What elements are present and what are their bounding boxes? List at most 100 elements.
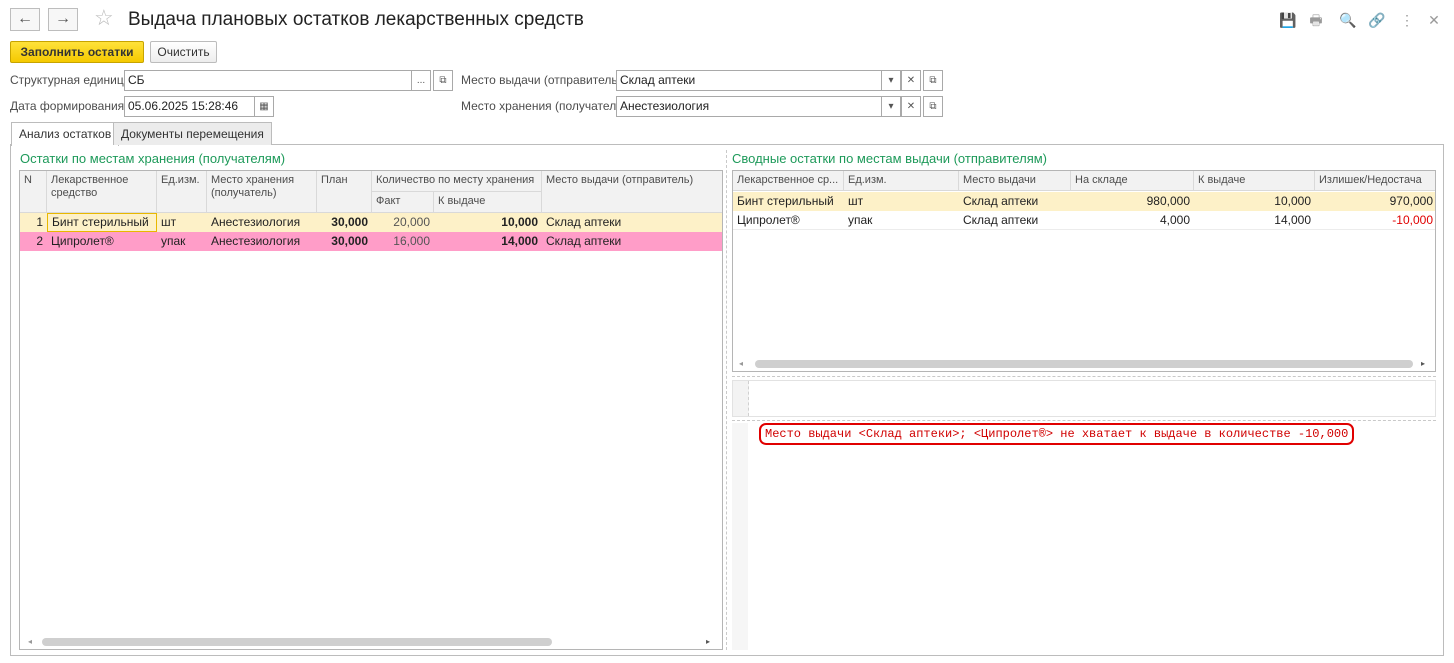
col-to-issue-header[interactable]: К выдаче <box>434 192 542 213</box>
scroll-left-icon[interactable]: ◂ <box>739 359 743 368</box>
ellipsis-icon: ... <box>416 75 426 86</box>
open-icon: ⧉ <box>439 75 447 86</box>
unit-input[interactable]: СБ <box>124 70 412 91</box>
cell-diff: 970,000 <box>1389 194 1433 208</box>
panel-gutter <box>733 381 749 416</box>
unit-select-button[interactable]: ... <box>411 70 431 91</box>
back-arrow-icon: ← <box>17 10 33 27</box>
print-icon[interactable]: 🖶 <box>1308 12 1324 28</box>
cell-to-issue: 10,000 <box>501 215 538 229</box>
unit-label: Структурная единица: <box>10 73 134 87</box>
cell-drug[interactable]: Бинт стерильный <box>47 213 157 232</box>
cell-to-issue: 14,000 <box>501 234 538 248</box>
issue-place-clear-button[interactable]: ✕ <box>901 70 921 91</box>
open-icon: ⧉ <box>929 75 937 86</box>
storage-place-label: Место хранения (получатель): <box>461 99 630 113</box>
col-drug-header[interactable]: Лекарственное средство <box>47 171 157 213</box>
col-drug-header[interactable]: Лекарственное ср... <box>733 171 844 191</box>
vertical-splitter[interactable] <box>726 150 727 650</box>
storage-place-dropdown-button[interactable]: ▾ <box>881 96 901 117</box>
cell-unit: упак <box>848 213 873 227</box>
col-in-stock-header[interactable]: На складе <box>1071 171 1194 191</box>
col-n-header[interactable]: N <box>20 171 47 213</box>
col-to-issue-header[interactable]: К выдаче <box>1194 171 1315 191</box>
cell-plan: 30,000 <box>331 234 368 248</box>
unit-open-button[interactable]: ⧉ <box>433 70 453 91</box>
cell-n: 2 <box>36 234 43 248</box>
cell-in-stock: 4,000 <box>1159 213 1190 227</box>
col-plan-header[interactable]: План <box>317 171 372 213</box>
scroll-right-icon[interactable]: ▸ <box>706 637 710 646</box>
tab-transfer-documents[interactable]: Документы перемещения <box>113 122 272 145</box>
issue-place-label: Место выдачи (отправитель): <box>461 73 625 87</box>
cell-issue-place: Склад аптеки <box>546 234 622 248</box>
clear-icon: ✕ <box>906 101 916 112</box>
cell-in-stock: 980,000 <box>1146 194 1190 208</box>
scroll-left-icon[interactable]: ◂ <box>28 637 32 646</box>
favorite-star-icon[interactable]: ☆ <box>94 6 114 30</box>
cell-drug: Бинт стерильный <box>737 194 834 208</box>
storage-place-open-button[interactable]: ⧉ <box>923 96 943 117</box>
issue-place-open-button[interactable]: ⧉ <box>923 70 943 91</box>
col-diff-header[interactable]: Излишек/Недостача <box>1315 171 1435 191</box>
col-issue-place-header[interactable]: Место выдачи (отправитель) <box>542 171 722 213</box>
col-issue-place-header[interactable]: Место выдачи <box>959 171 1071 191</box>
cell-unit: шт <box>848 194 864 208</box>
table-row[interactable]: 2 Ципролет® упак Анестезиология 30,000 1… <box>20 232 722 251</box>
calendar-button[interactable]: ▦ <box>254 96 274 117</box>
forward-button[interactable]: → <box>48 8 78 31</box>
cell-issue-place: Склад аптеки <box>963 213 1039 227</box>
panel-gutter <box>732 423 748 650</box>
preview-icon[interactable]: 🔍 <box>1339 12 1356 28</box>
cell-fact: 16,000 <box>393 234 430 248</box>
cell-issue-place: Склад аптеки <box>546 215 622 229</box>
page-title: Выдача плановых остатков лекарственных с… <box>128 9 584 30</box>
col-storage-header[interactable]: Место хранения (получатель) <box>207 171 317 213</box>
save-icon[interactable]: 💾 <box>1279 12 1296 28</box>
horizontal-scrollbar[interactable] <box>42 638 552 646</box>
storage-balances-table[interactable]: N Лекарственное средство Ед.изм. Место х… <box>19 170 723 650</box>
cell-storage: Анестезиология <box>211 234 301 248</box>
horizontal-splitter[interactable] <box>732 420 1436 421</box>
col-unit-header[interactable]: Ед.изм. <box>157 171 207 213</box>
chevron-down-icon: ▾ <box>888 75 894 86</box>
horizontal-scrollbar[interactable] <box>755 360 1413 368</box>
cell-unit: шт <box>161 215 177 229</box>
horizontal-splitter[interactable] <box>732 376 1436 377</box>
cell-drug: Ципролет® <box>737 213 800 227</box>
storage-place-input[interactable]: Анестезиология <box>616 96 882 117</box>
close-icon[interactable]: ✕ <box>1426 12 1442 28</box>
col-fact-header[interactable]: Факт <box>372 192 434 213</box>
tab-balance-analysis[interactable]: Анализ остатков <box>11 122 120 146</box>
date-label: Дата формирования: <box>10 99 128 113</box>
table-row[interactable]: Бинт стерильный шт Склад аптеки 980,000 … <box>733 192 1435 211</box>
issue-balances-table[interactable]: Лекарственное ср... Ед.изм. Место выдачи… <box>732 170 1436 372</box>
table-row[interactable]: 1 Бинт стерильный шт Анестезиология 30,0… <box>20 213 722 232</box>
col-unit-header[interactable]: Ед.изм. <box>844 171 959 191</box>
link-icon[interactable]: 🔗 <box>1368 12 1385 28</box>
cell-to-issue: 14,000 <box>1274 213 1311 227</box>
cell-diff: -10,000 <box>1392 213 1433 227</box>
more-menu-icon[interactable]: ⋮ <box>1399 12 1415 28</box>
scroll-right-icon[interactable]: ▸ <box>1421 359 1425 368</box>
error-message: Место выдачи <Склад аптеки>; <Ципролет®>… <box>759 423 1355 445</box>
date-input[interactable]: 05.06.2025 15:28:46 <box>124 96 256 117</box>
fill-balances-button[interactable]: Заполнить остатки <box>10 41 144 63</box>
cell-issue-place: Склад аптеки <box>963 194 1039 208</box>
cell-storage: Анестезиология <box>211 215 301 229</box>
back-button[interactable]: ← <box>10 8 40 31</box>
table-row[interactable]: Ципролет® упак Склад аптеки 4,000 14,000… <box>733 211 1435 230</box>
open-icon: ⧉ <box>929 101 937 112</box>
cell-drug: Ципролет® <box>51 234 114 248</box>
chevron-down-icon: ▾ <box>888 101 894 112</box>
issue-place-dropdown-button[interactable]: ▾ <box>881 70 901 91</box>
clear-icon: ✕ <box>906 75 916 86</box>
cell-n: 1 <box>36 215 43 229</box>
storage-place-clear-button[interactable]: ✕ <box>901 96 921 117</box>
col-qty-group-header[interactable]: Количество по месту хранения <box>372 171 542 192</box>
cell-unit: упак <box>161 234 186 248</box>
left-section-title: Остатки по местам хранения (получателям) <box>20 151 286 166</box>
cell-plan: 30,000 <box>331 215 368 229</box>
issue-place-input[interactable]: Склад аптеки <box>616 70 882 91</box>
clear-button[interactable]: Очистить <box>150 41 217 63</box>
